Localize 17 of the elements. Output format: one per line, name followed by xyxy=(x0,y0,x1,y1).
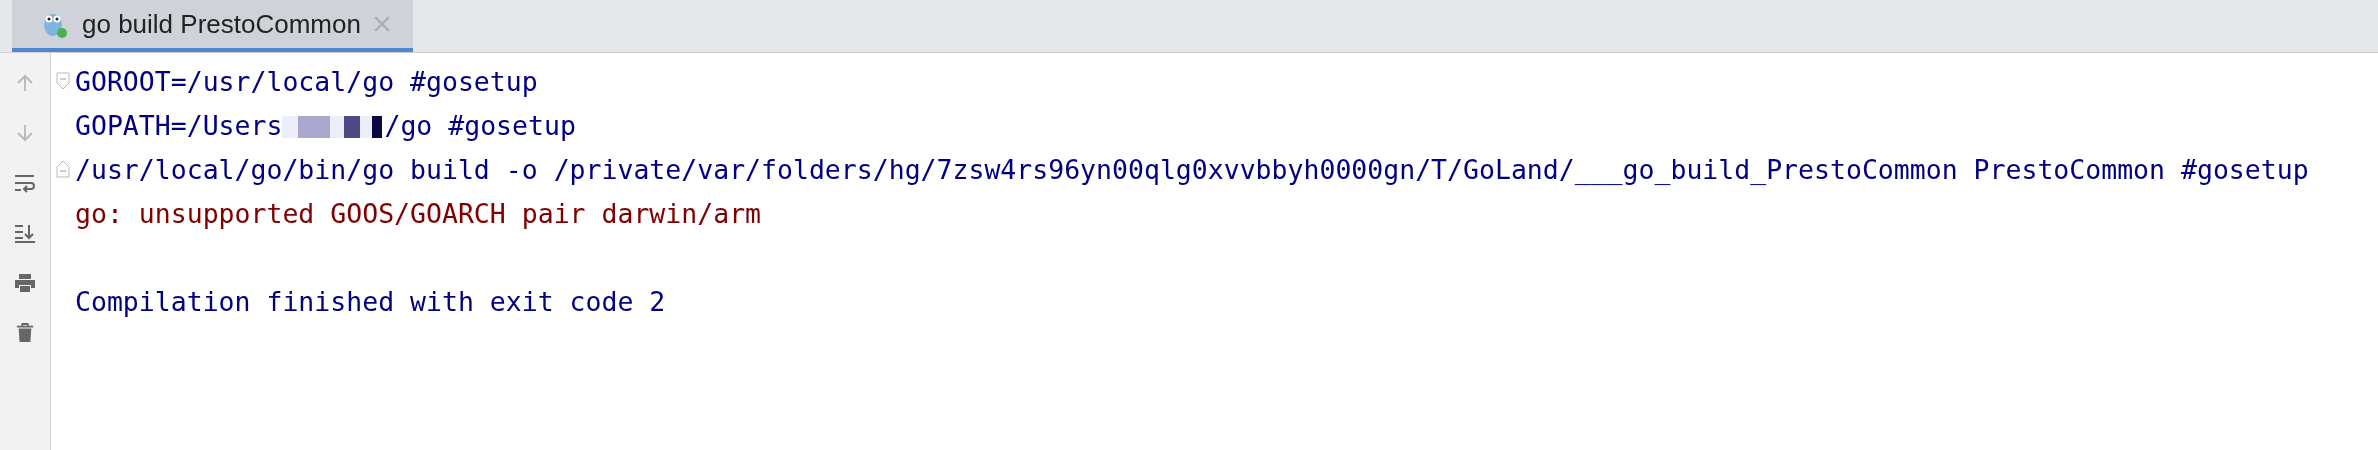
close-icon[interactable] xyxy=(372,15,391,33)
console-text: GOROOT=/usr/local/go #gosetup xyxy=(75,65,538,97)
arrow-down-icon[interactable] xyxy=(15,123,35,143)
soft-wrap-icon[interactable] xyxy=(14,173,36,193)
scroll-to-end-icon[interactable] xyxy=(14,223,36,243)
arrow-up-icon[interactable] xyxy=(15,73,35,93)
fold-icon[interactable] xyxy=(56,160,70,178)
console-text: GOPATH=/Users xyxy=(75,109,283,141)
console-text: /go #gosetup xyxy=(384,109,576,141)
console-text: Compilation finished with exit code 2 xyxy=(75,285,666,317)
trash-icon[interactable] xyxy=(16,323,34,343)
run-tab[interactable]: go build PrestoCommon xyxy=(12,0,413,52)
console-text: /usr/local/go/bin/go build -o /private/var/folders/hg/7zsw4rs96yn00qlg0xvvbbyh0000gn/T/GoLand/___go_build_PrestoCommon PrestoCommon #gosetup xyxy=(75,153,2309,185)
print-icon[interactable] xyxy=(14,273,36,293)
fold-icon[interactable] xyxy=(56,72,70,90)
console-text: go: unsupported GOOS/GOARCH pair darwin/arm xyxy=(75,197,762,229)
tab-title: go build PrestoCommon xyxy=(82,8,361,40)
